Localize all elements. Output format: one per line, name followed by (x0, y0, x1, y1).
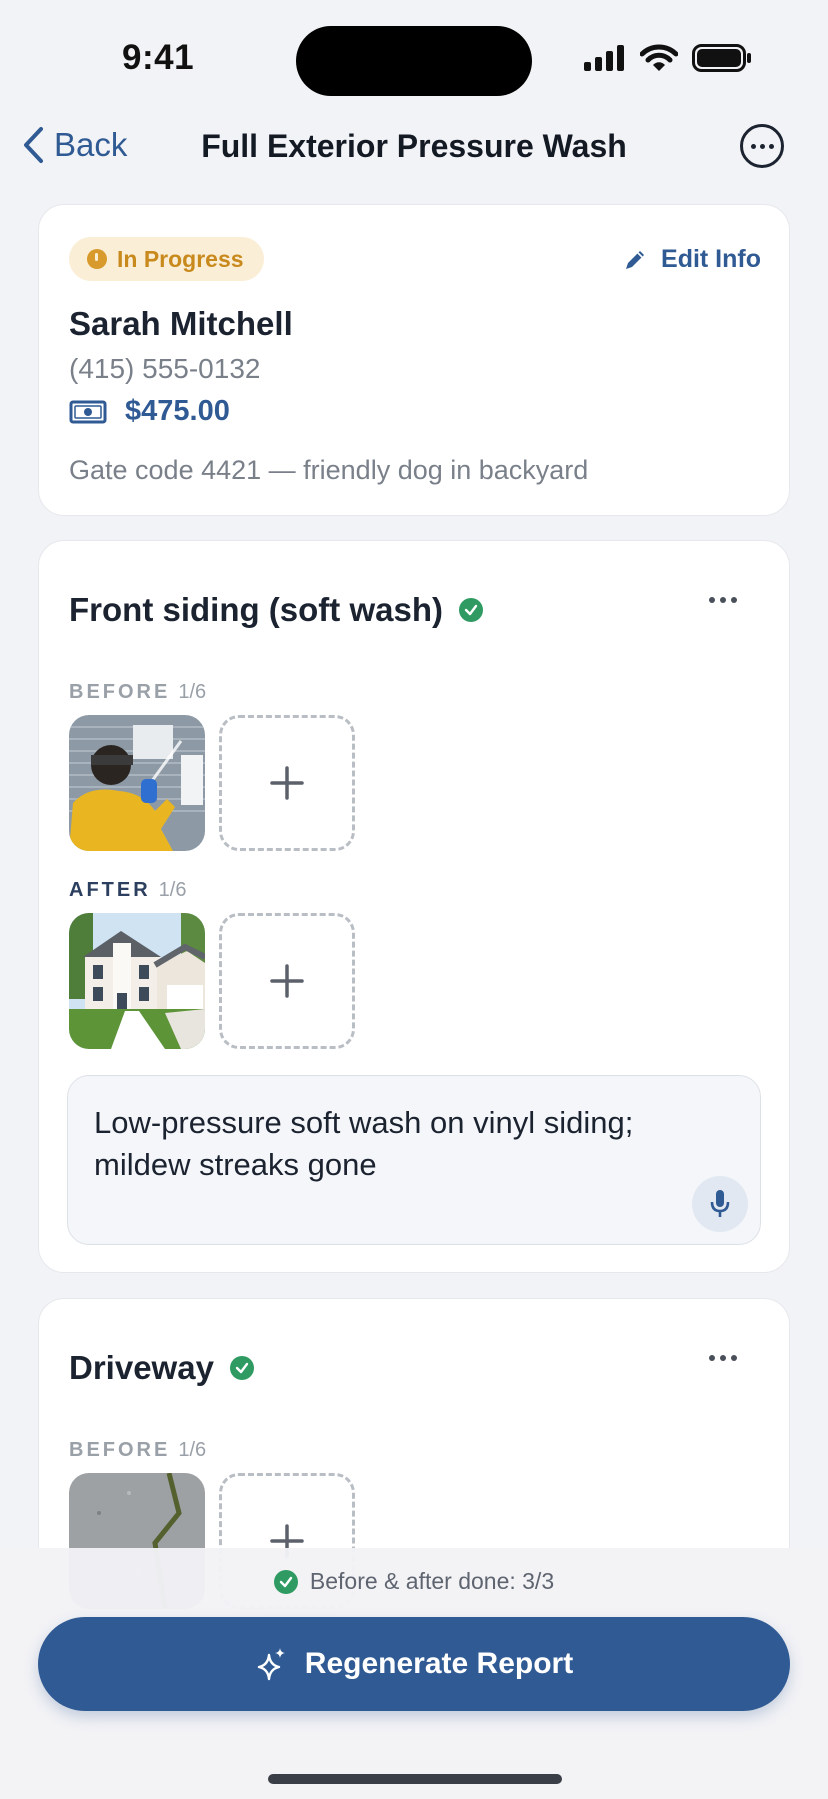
status-icons (584, 44, 752, 72)
customer-phone[interactable]: (415) 555-0132 (69, 353, 260, 385)
more-icon-dot (720, 597, 726, 603)
microphone-icon (710, 1190, 730, 1217)
after-label: AFTER 1/6 (69, 879, 186, 902)
more-icon-dot (731, 1355, 737, 1361)
completion-status: Before & after done: 3/3 (0, 1568, 828, 1595)
before-photo-thumbnail[interactable] (69, 715, 205, 851)
price-row: $475.00 (69, 395, 230, 428)
before-label: BEFORE 1/6 (69, 1439, 206, 1462)
plus-icon (270, 964, 304, 998)
section-more-button[interactable] (709, 597, 737, 603)
before-count: 1/6 (178, 1439, 207, 1461)
more-icon-dot (768, 143, 774, 149)
section-note-field[interactable]: Low-pressure soft wash on vinyl siding; … (67, 1075, 761, 1245)
more-icon-dot (759, 143, 765, 149)
more-icon-dot (709, 597, 715, 603)
customer-name: Sarah Mitchell (69, 305, 293, 342)
before-count: 1/6 (178, 681, 207, 703)
status-bar: 9:41 (0, 0, 828, 110)
cellular-signal-icon (584, 45, 624, 71)
regenerate-report-label: Regenerate Report (304, 1647, 574, 1680)
sparkles-icon (257, 1648, 285, 1681)
checkmark-icon (273, 1569, 298, 1594)
job-info-card: In Progress Edit Info Sarah Mitchell (41… (38, 204, 790, 516)
status-badge-label: In Progress (117, 245, 244, 272)
before-label-text: BEFORE (69, 681, 171, 703)
job-note: Gate code 4421 — friendly dog in backyar… (69, 455, 589, 485)
before-label-text: BEFORE (69, 1439, 171, 1461)
completion-status-text: Before & after done: 3/3 (309, 1568, 555, 1594)
add-after-photo-button[interactable] (219, 913, 355, 1049)
navigation-bar: Back Full Exterior Pressure Wash (0, 118, 828, 178)
home-indicator[interactable] (268, 1774, 562, 1784)
after-photo-image (69, 913, 205, 1049)
battery-icon (692, 44, 751, 72)
section-header: Driveway (69, 1349, 254, 1387)
after-label-text: AFTER (69, 879, 151, 901)
edit-info-button[interactable]: Edit Info (623, 245, 761, 274)
status-time: 9:41 (122, 38, 195, 77)
status-badge: In Progress (69, 237, 264, 281)
plus-icon (270, 766, 304, 800)
more-icon-dot (720, 1355, 726, 1361)
page-title: Full Exterior Pressure Wash (201, 128, 627, 164)
after-count: 1/6 (158, 879, 187, 901)
wifi-icon (640, 44, 678, 71)
more-icon-dot (750, 143, 756, 149)
before-photo-image (69, 715, 205, 851)
cash-icon (69, 400, 107, 423)
more-icon-dot (731, 597, 737, 603)
checkmark-icon (458, 598, 483, 622)
dynamic-island (296, 26, 532, 96)
job-price: $475.00 (125, 395, 230, 427)
section-note-text[interactable]: Low-pressure soft wash on vinyl siding; … (94, 1102, 694, 1186)
add-before-photo-button[interactable] (219, 715, 355, 851)
section-title: Front siding (soft wash) (69, 591, 443, 628)
dictation-button[interactable] (692, 1176, 748, 1232)
more-icon-dot (709, 1355, 715, 1361)
more-options-button[interactable] (740, 124, 784, 168)
clock-icon (87, 249, 107, 269)
after-photo-thumbnail[interactable] (69, 913, 205, 1049)
section-title: Driveway (69, 1349, 214, 1386)
section-more-button[interactable] (709, 1355, 737, 1361)
pencil-icon (626, 250, 645, 269)
before-label: BEFORE 1/6 (69, 681, 206, 704)
section-card-front-siding: Front siding (soft wash) BEFORE 1/6 AFTE… (38, 540, 790, 1273)
edit-info-label: Edit Info (661, 245, 761, 273)
section-header: Front siding (soft wash) (69, 591, 483, 629)
checkmark-icon (229, 1356, 254, 1380)
regenerate-report-button[interactable]: Regenerate Report (38, 1617, 790, 1711)
